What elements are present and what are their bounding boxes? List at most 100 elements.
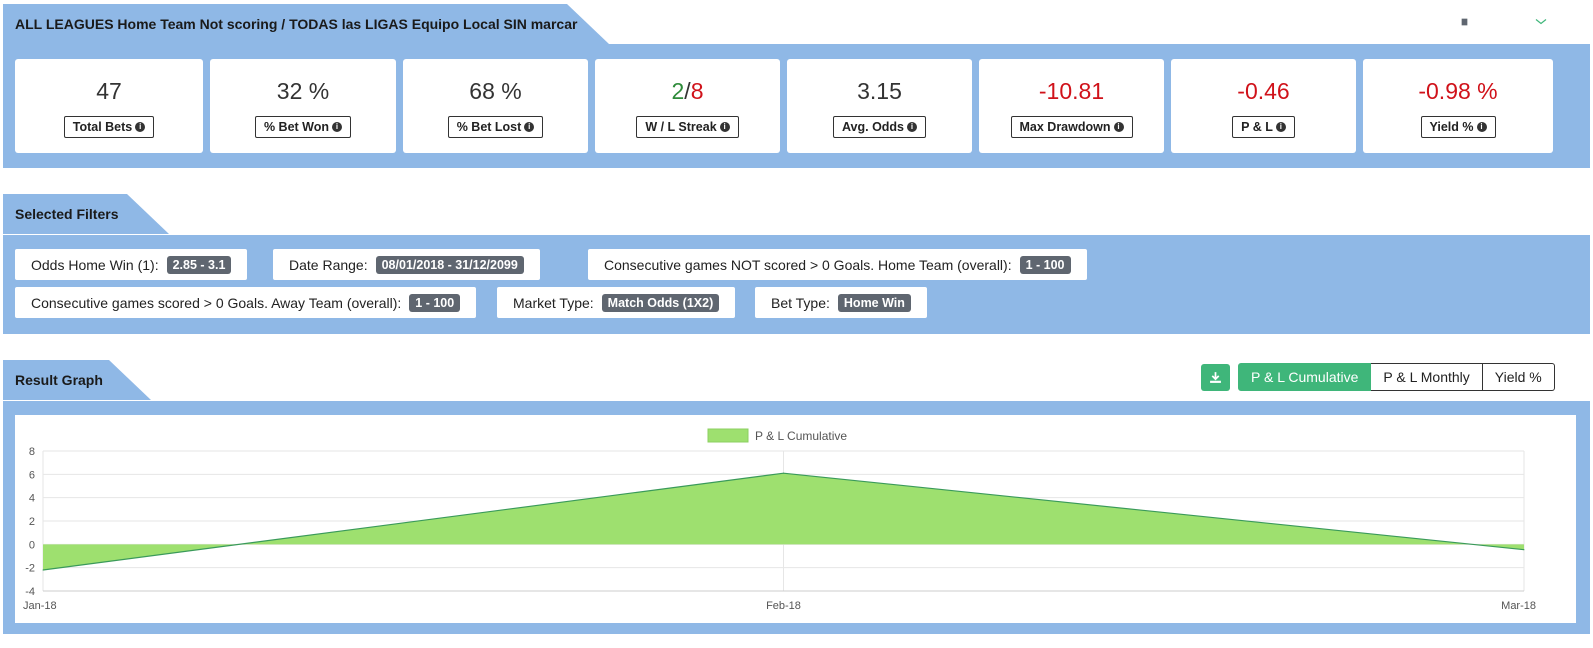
stat-label-text: % Bet Won xyxy=(263,120,330,134)
download-graph-button[interactable] xyxy=(1201,364,1230,391)
graph-tabs: P & L Cumulative P & L Monthly Yield % xyxy=(1238,363,1555,391)
filter-label: Date Range: xyxy=(289,256,368,273)
stat-label-button[interactable]: Avg. Odds i xyxy=(832,116,927,138)
copy-icon xyxy=(1456,17,1469,29)
y-tick-label: 6 xyxy=(29,469,35,481)
graph-title: Result Graph xyxy=(3,360,151,400)
stat-yield: -0.98 % Yield % i xyxy=(1363,59,1553,153)
tab-pl-cumulative[interactable]: P & L Cumulative xyxy=(1238,363,1372,391)
envelope-icon xyxy=(1535,19,1546,27)
filter-odds-home-win: Odds Home Win (1): 2.85 - 3.1 xyxy=(15,249,248,280)
stats-panel: 47 Total Bets i 32 % % Bet Won i 68 % % Be… xyxy=(3,44,1590,168)
info-icon: i xyxy=(1113,122,1124,132)
y-tick-label: -2 xyxy=(25,563,35,575)
stat-label-button[interactable]: W / L Streak i xyxy=(636,116,739,138)
stat-value: 47 xyxy=(96,78,122,104)
data-point xyxy=(42,569,44,571)
stat-label-text: % Bet Lost xyxy=(456,120,522,134)
filter-value-badge: Home Win xyxy=(837,293,911,312)
info-icon: i xyxy=(1275,122,1286,132)
data-point xyxy=(783,472,784,474)
filters-header: Selected Filters xyxy=(3,194,169,234)
download-icon xyxy=(1210,372,1221,383)
stat-label-button[interactable]: P & Li xyxy=(1232,116,1295,138)
stat-value: 68 % xyxy=(469,78,522,104)
x-tick-label: Mar-18 xyxy=(1501,600,1536,612)
filter-value-badge: 1 - 100 xyxy=(409,293,461,312)
stat-label-button[interactable]: Max Drawdown i xyxy=(1010,116,1133,138)
share-button[interactable] xyxy=(1504,13,1525,33)
win-streak: 2 xyxy=(671,78,685,104)
page-title: ALL LEAGUES Home Team Not scoring / TODA… xyxy=(3,4,609,44)
stat-max-drawdown: -10.81 Max Drawdown i xyxy=(979,59,1164,153)
filter-label: Odds Home Win (1): xyxy=(31,256,159,273)
y-tick-label: -4 xyxy=(25,586,35,598)
info-icon: i xyxy=(719,122,730,132)
stat-label-text: W / L Streak xyxy=(645,120,717,134)
tab-pl-monthly[interactable]: P & L Monthly xyxy=(1371,363,1483,391)
filter-value-badge: Match Odds (1X2) xyxy=(601,293,720,312)
stat-label-text: Avg. Odds xyxy=(841,120,905,134)
stat-bet-lost: 68 % % Bet Lost i xyxy=(403,59,588,153)
y-tick-label: 4 xyxy=(29,493,35,505)
stat-total-bets: 47 Total Bets i xyxy=(15,59,203,153)
stat-label-button[interactable]: % Bet Lost i xyxy=(447,116,544,138)
filter-away-scored: Consecutive games scored > 0 Goals. Away… xyxy=(15,287,477,318)
share-icon xyxy=(1509,17,1520,29)
filter-label: Consecutive games NOT scored > 0 Goals. … xyxy=(604,256,1012,273)
filter-value-badge: 2.85 - 3.1 xyxy=(166,255,232,274)
stat-label-button[interactable]: Total Bets i xyxy=(63,116,155,138)
filters-title: Selected Filters xyxy=(3,194,169,234)
info-icon: i xyxy=(135,122,146,132)
copy-button[interactable] xyxy=(1452,13,1473,33)
stat-value: -0.98 % xyxy=(1418,78,1498,104)
filters-panel: Odds Home Win (1): 2.85 - 3.1 Date Range:… xyxy=(3,235,1590,334)
filter-label: Consecutive games scored > 0 Goals. Away… xyxy=(31,294,402,311)
filter-value-badge: 08/01/2018 - 31/12/2099 xyxy=(375,255,524,274)
graph-header: Result Graph xyxy=(3,360,151,400)
y-tick-label: 0 xyxy=(29,539,35,551)
filter-label: Bet Type: xyxy=(771,294,830,311)
stat-wl-streak: 2/8 W / L Streak i xyxy=(595,59,780,153)
email-button[interactable] xyxy=(1530,13,1551,33)
stat-value: 32 % xyxy=(276,78,330,104)
stat-label-button[interactable]: Yield % i xyxy=(1420,116,1496,138)
stat-label-text: P & L xyxy=(1241,120,1273,134)
stat-value: 2/8 xyxy=(672,77,704,105)
filter-home-not-scored: Consecutive games NOT scored > 0 Goals. … xyxy=(588,249,1087,280)
stats-header: ALL LEAGUES Home Team Not scoring / TODA… xyxy=(3,4,609,44)
stat-label-text: Yield % xyxy=(1429,120,1474,134)
data-point xyxy=(1523,549,1525,551)
filter-label: Market Type: xyxy=(513,294,594,311)
tab-yield[interactable]: Yield % xyxy=(1482,363,1555,391)
filter-market-type: Market Type: Match Odds (1X2) xyxy=(497,287,736,318)
y-tick-label: 2 xyxy=(29,516,35,528)
info-icon: i xyxy=(332,122,343,132)
download-button[interactable] xyxy=(1478,13,1499,33)
stat-label-text: Max Drawdown xyxy=(1019,120,1111,134)
legend-swatch xyxy=(707,428,749,443)
x-tick-label: Jan-18 xyxy=(23,600,57,612)
filter-bet-type: Bet Type: Home Win xyxy=(755,287,927,318)
info-icon: i xyxy=(524,122,535,132)
filter-date-range: Date Range: 08/01/2018 - 31/12/2099 xyxy=(273,249,540,280)
info-icon: i xyxy=(1476,122,1487,132)
stat-bet-won: 32 % % Bet Won i xyxy=(210,59,396,153)
filter-value-badge: 1 - 100 xyxy=(1019,255,1071,274)
stat-pl: -0.46 P & Li xyxy=(1171,59,1356,153)
y-tick-label: 8 xyxy=(29,446,35,458)
stat-value: 3.15 xyxy=(857,78,902,104)
stat-avg-odds: 3.15 Avg. Odds i xyxy=(787,59,972,153)
stat-label-button[interactable]: % Bet Won i xyxy=(254,116,352,138)
info-icon: i xyxy=(907,122,918,132)
legend-label: P & L Cumulative xyxy=(755,429,847,443)
loss-streak: 8 xyxy=(690,78,704,104)
chart-container: 8 6 4 2 0 -2 -4 Jan-18 Feb-18 Mar-18 P & L Cumulat… xyxy=(15,415,1576,623)
download-icon xyxy=(1483,18,1494,28)
graph-panel: 8 6 4 2 0 -2 -4 Jan-18 Feb-18 Mar-18 P & L Cumulat… xyxy=(3,401,1590,634)
stat-value: -10.81 xyxy=(1038,78,1105,104)
x-tick-label: Feb-18 xyxy=(766,600,801,612)
stat-value: -0.46 xyxy=(1237,78,1290,104)
stat-label-text: Total Bets xyxy=(72,120,133,134)
pl-cumulative-chart: 8 6 4 2 0 -2 -4 Jan-18 Feb-18 Mar-18 P & L Cumulat… xyxy=(23,428,1536,612)
